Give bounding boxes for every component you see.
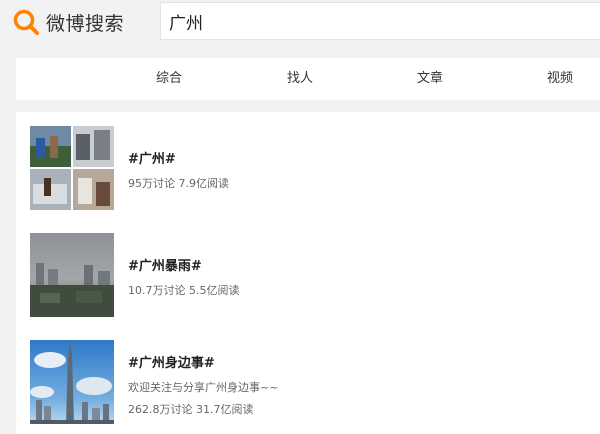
topic-thumbnail-rainy-city (30, 233, 114, 317)
topic-stats: 95万讨论 7.9亿阅读 (128, 177, 229, 190)
topic-card-guangzhou-rainstorm[interactable]: #广州暴雨# 10.7万讨论 5.5亿阅读 (16, 233, 600, 319)
topic-info: #广州# 95万讨论 7.9亿阅读 (128, 148, 229, 191)
topic-title: #广州# (128, 152, 176, 167)
topic-title: #广州暴雨# (128, 259, 202, 274)
tab-videos[interactable]: 视频 (547, 58, 573, 100)
topic-card-guangzhou[interactable]: #广州# 95万讨论 7.9亿阅读 (16, 126, 600, 212)
tab-bar: 综合 找人 文章 视频 (16, 58, 600, 100)
weibo-search-logo[interactable]: 微博搜索 (12, 6, 124, 38)
topic-thumbnail-canton-tower (30, 340, 114, 424)
search-input[interactable] (160, 2, 600, 40)
tab-articles[interactable]: 文章 (417, 58, 443, 100)
search-magnifier-logo-icon (13, 9, 39, 35)
topic-info: #广州身边事# 欢迎关注与分享广州身边事~~ 262.8万讨论 31.7亿阅读 (128, 352, 278, 417)
logo-text: 微博搜索 (46, 12, 125, 35)
topic-stats: 262.8万讨论 31.7亿阅读 (128, 403, 254, 416)
topic-title: #广州身边事# (128, 356, 215, 371)
topic-info: #广州暴雨# 10.7万讨论 5.5亿阅读 (128, 255, 239, 298)
header: 微博搜索 (0, 0, 600, 44)
topic-results-list: #广州# 95万讨论 7.9亿阅读 #广州暴雨# 10.7万讨论 5.5亿阅读 … (16, 112, 600, 434)
topic-thumbnail-collage (30, 126, 114, 210)
topic-card-guangzhou-local-news[interactable]: #广州身边事# 欢迎关注与分享广州身边事~~ 262.8万讨论 31.7亿阅读 (16, 340, 600, 426)
topic-stats: 10.7万讨论 5.5亿阅读 (128, 284, 240, 297)
tab-people[interactable]: 找人 (287, 58, 313, 100)
tab-comprehensive[interactable]: 综合 (156, 58, 182, 100)
topic-description: 欢迎关注与分享广州身边事~~ (128, 381, 279, 394)
